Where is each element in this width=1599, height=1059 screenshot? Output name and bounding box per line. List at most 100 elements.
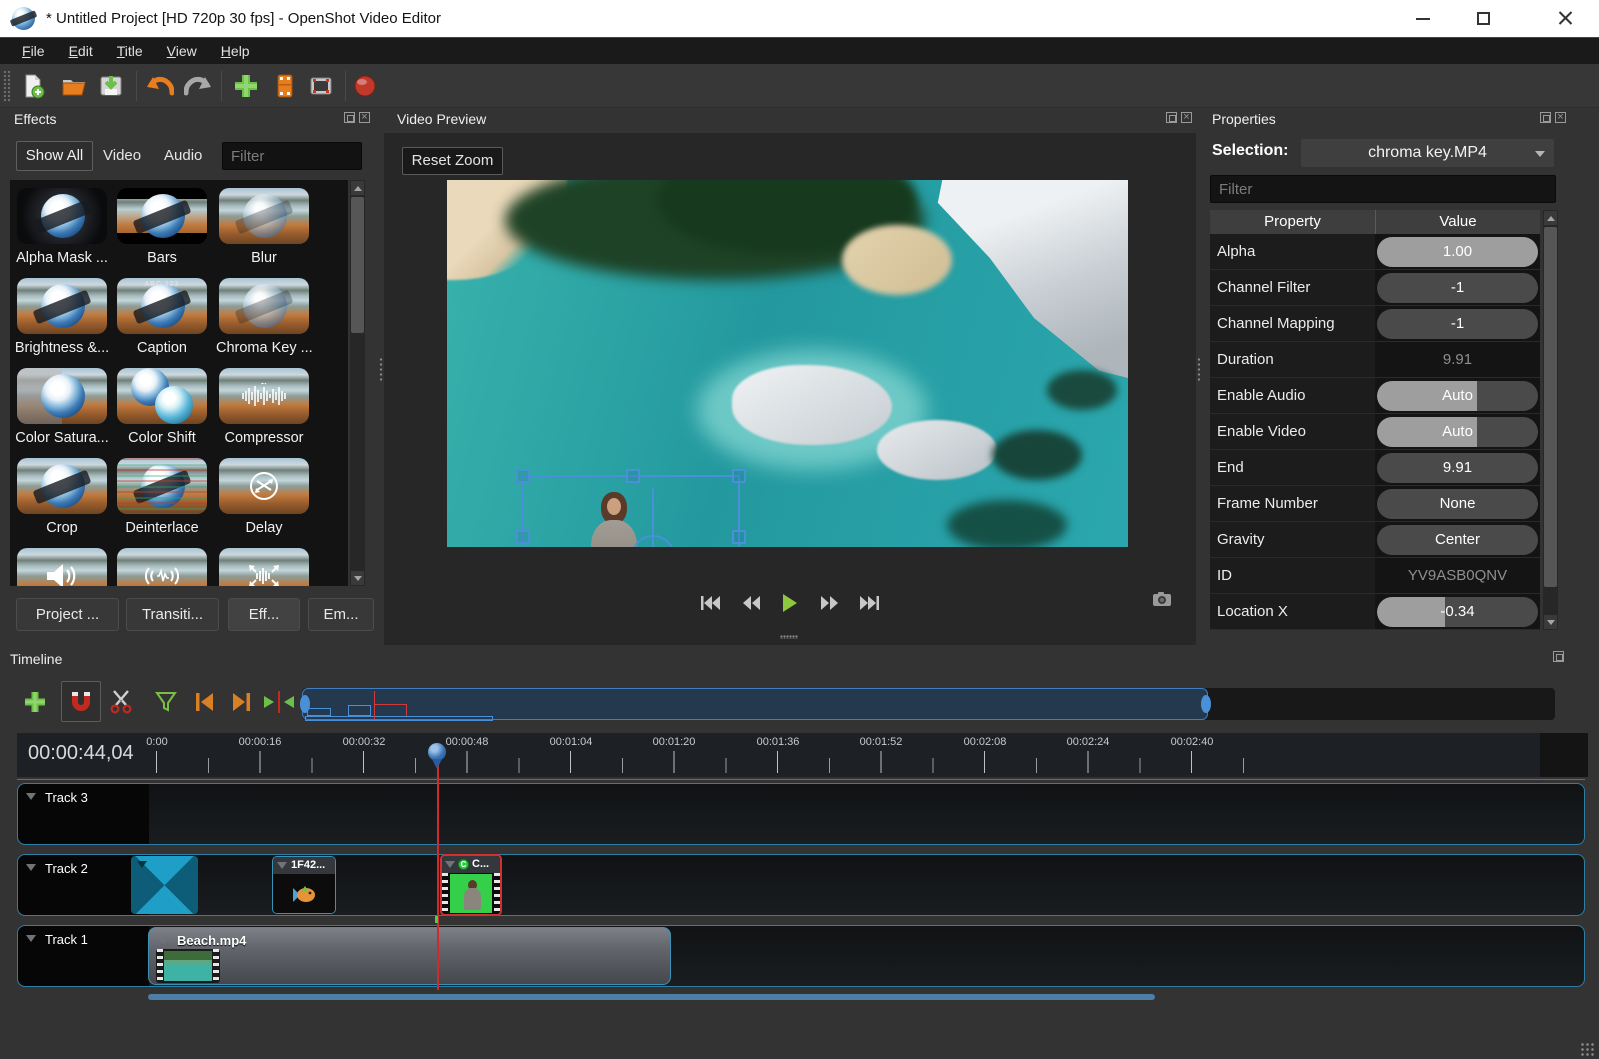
effects-scrollbar[interactable] — [350, 180, 365, 586]
properties-float-icon[interactable] — [1540, 112, 1551, 123]
effects-tab-video[interactable]: Video — [103, 141, 141, 171]
chroma-key-clip-selected[interactable]: CC... — [440, 854, 502, 916]
menu-title[interactable]: Title — [107, 40, 153, 62]
transform-handle[interactable] — [626, 469, 640, 483]
effect-item[interactable]: Alpha Mask ... — [14, 188, 110, 266]
minimize-button[interactable] — [1400, 0, 1446, 37]
effect-item[interactable]: Color Satura... — [14, 368, 110, 446]
undo-button[interactable] — [143, 71, 177, 101]
import-files-button[interactable] — [229, 71, 263, 101]
tab-effects[interactable]: Eff... — [228, 598, 300, 631]
jump-to-end-icon[interactable] — [860, 595, 880, 611]
property-value[interactable]: 9.91 — [1377, 453, 1538, 483]
transform-handle[interactable] — [516, 530, 530, 544]
toolbar-drag-handle[interactable] — [3, 70, 11, 102]
export-video-button[interactable] — [348, 71, 382, 101]
effect-item[interactable]: Deinterlace — [114, 458, 210, 536]
effect-item[interactable]: Bars — [114, 188, 210, 266]
effect-item[interactable]: ABC 123 Caption — [114, 278, 210, 356]
property-value[interactable]: 1.00 — [1377, 237, 1538, 267]
play-icon[interactable] — [782, 594, 798, 612]
property-value[interactable]: Auto — [1377, 381, 1538, 411]
tab-project-files[interactable]: Project ... — [16, 598, 119, 631]
transform-handle[interactable] — [732, 530, 746, 544]
tab-emojis[interactable]: Em... — [308, 598, 374, 631]
effect-item[interactable]: Blur — [216, 188, 312, 266]
fast-forward-icon[interactable] — [820, 595, 838, 611]
effects-tab-show-all[interactable]: Show All — [16, 141, 93, 171]
reset-zoom-button[interactable]: Reset Zoom — [402, 147, 503, 175]
scroll-down-icon[interactable] — [1544, 615, 1557, 629]
previous-marker-button[interactable] — [186, 684, 222, 720]
jump-to-start-icon[interactable] — [700, 595, 720, 611]
effects-float-icon[interactable] — [344, 112, 355, 123]
effects-preview-splitter[interactable] — [379, 357, 383, 383]
chevron-down-icon[interactable] — [26, 935, 36, 942]
properties-filter-input[interactable] — [1210, 175, 1556, 203]
open-project-button[interactable] — [57, 71, 91, 101]
selection-dropdown[interactable]: chroma key.MP4 — [1301, 139, 1554, 167]
window-resize-grip[interactable] — [1580, 1042, 1594, 1056]
timeline-horizontal-scrollbar[interactable] — [148, 994, 1155, 1000]
property-value[interactable]: -1 — [1377, 309, 1538, 339]
next-marker-button[interactable] — [224, 684, 260, 720]
effect-item[interactable] — [14, 548, 110, 586]
menu-edit[interactable]: Edit — [59, 40, 103, 62]
razor-button[interactable] — [103, 684, 139, 720]
preview-float-icon[interactable] — [1166, 112, 1177, 123]
zoom-slider-range[interactable] — [302, 688, 1208, 720]
transform-handle[interactable] — [732, 469, 746, 483]
preview-close-icon[interactable]: × — [1181, 112, 1192, 123]
chevron-down-icon[interactable] — [158, 937, 168, 944]
preview-splitter-handle[interactable] — [780, 635, 798, 639]
property-value[interactable]: -1 — [1377, 273, 1538, 303]
chevron-down-icon[interactable] — [26, 864, 36, 871]
close-button[interactable] — [1542, 0, 1588, 37]
rewind-icon[interactable] — [742, 595, 760, 611]
audio-clip-1f42[interactable]: 1F42... — [272, 856, 336, 914]
scroll-down-icon[interactable] — [351, 571, 364, 585]
snapping-toggle-button[interactable] — [61, 681, 101, 722]
beach-video-clip[interactable]: Beach.mp4 — [148, 927, 671, 985]
clip-transform-selection[interactable] — [522, 475, 740, 547]
chevron-down-icon[interactable] — [26, 793, 36, 800]
chevron-down-icon[interactable] — [277, 862, 287, 869]
snapshot-camera-icon[interactable] — [1152, 591, 1172, 612]
menu-view[interactable]: View — [157, 40, 207, 62]
add-marker-button[interactable] — [148, 684, 184, 720]
track-2-header[interactable]: Track 2 — [18, 855, 149, 915]
new-project-button[interactable] — [16, 71, 50, 101]
property-value[interactable]: Center — [1377, 525, 1538, 555]
zoom-slider-left-handle[interactable] — [300, 695, 310, 713]
zoom-slider-right-handle[interactable] — [1201, 695, 1211, 713]
scroll-up-icon[interactable] — [1544, 211, 1557, 225]
property-value[interactable]: -0.34 — [1377, 597, 1538, 627]
effect-item[interactable]: Delay — [216, 458, 312, 536]
menu-file[interactable]: File — [12, 40, 55, 62]
add-track-button[interactable] — [17, 684, 53, 720]
properties-close-icon[interactable]: × — [1555, 112, 1566, 123]
effect-item[interactable] — [216, 548, 312, 586]
track-1-header[interactable]: Track 1 — [18, 926, 149, 986]
save-project-button[interactable] — [94, 71, 128, 101]
track-2-lane[interactable]: Track 2 — [17, 854, 1585, 916]
scroll-up-icon[interactable] — [351, 181, 364, 195]
track-3-header[interactable]: Track 3 — [18, 784, 149, 844]
preview-properties-splitter[interactable] — [1197, 357, 1201, 383]
maximize-button[interactable] — [1460, 0, 1506, 37]
fullscreen-button[interactable] — [304, 71, 338, 101]
effects-filter-input[interactable] — [222, 142, 362, 170]
effects-tab-audio[interactable]: Audio — [164, 141, 202, 171]
effect-item[interactable] — [114, 548, 210, 586]
effects-close-icon[interactable]: × — [359, 112, 370, 123]
effect-item[interactable]: Compressor — [216, 368, 312, 446]
effect-item[interactable]: Chroma Key ... — [216, 278, 312, 356]
video-frame[interactable] — [447, 180, 1128, 547]
menu-help[interactable]: Help — [211, 40, 260, 62]
chevron-down-icon[interactable] — [137, 861, 147, 868]
center-playhead-button[interactable] — [258, 684, 300, 720]
redo-button[interactable] — [181, 71, 215, 101]
effect-item[interactable]: Color Shift — [114, 368, 210, 446]
effect-item[interactable]: Crop — [14, 458, 110, 536]
chevron-down-icon[interactable] — [445, 861, 455, 868]
